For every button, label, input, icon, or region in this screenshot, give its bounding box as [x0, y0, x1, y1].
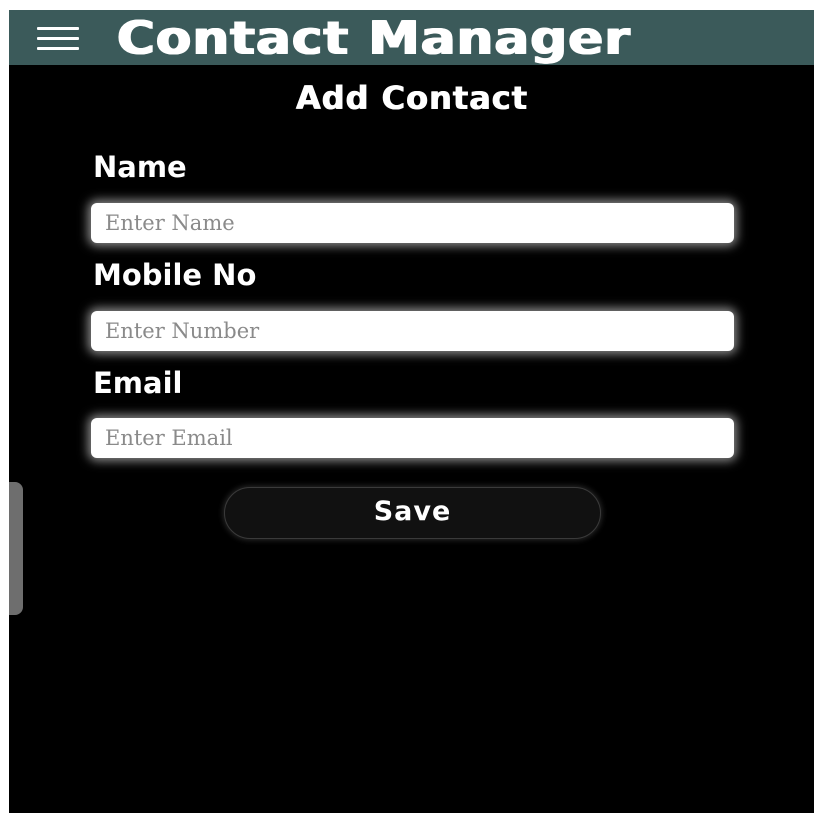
menu-line — [37, 27, 79, 30]
page-title: Add Contact — [295, 79, 528, 117]
mobile-label: Mobile No — [93, 258, 257, 292]
email-label: Email — [93, 366, 183, 400]
app-screen: Contact Manager Add Contact Name Mobile … — [9, 10, 814, 813]
app-bar: Contact Manager — [9, 10, 814, 65]
name-label: Name — [93, 150, 187, 184]
email-input[interactable] — [91, 418, 734, 458]
edge-drawer-handle[interactable] — [9, 482, 23, 615]
mobile-input[interactable] — [91, 311, 734, 351]
menu-line — [37, 47, 79, 50]
save-button[interactable]: Save — [224, 487, 601, 539]
menu-line — [37, 37, 79, 40]
hamburger-menu-icon[interactable] — [37, 25, 79, 53]
app-title: Contact Manager — [117, 11, 631, 65]
name-input[interactable] — [91, 203, 734, 243]
